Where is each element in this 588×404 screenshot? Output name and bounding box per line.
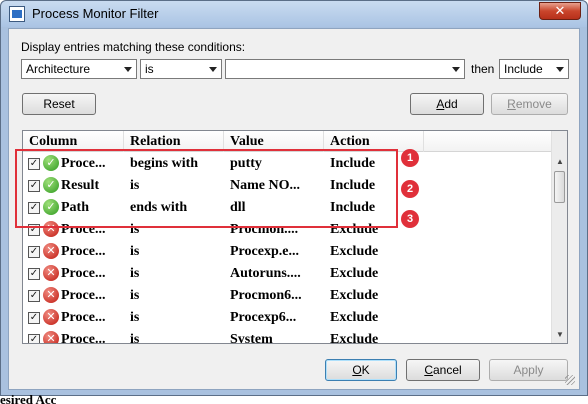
- row-value: System: [230, 332, 273, 344]
- enable-checkbox[interactable]: ✓: [28, 268, 40, 280]
- enable-checkbox[interactable]: ✓: [28, 312, 40, 324]
- x-icon: ✕: [43, 331, 59, 343]
- row-value: Procexp.e...: [230, 244, 299, 259]
- enable-checkbox[interactable]: ✓: [28, 290, 40, 302]
- x-icon: ✕: [43, 243, 59, 259]
- scroll-up-icon[interactable]: ▲: [552, 153, 567, 170]
- cancel-button[interactable]: Cancel: [406, 359, 480, 381]
- row-value: Procexp6...: [230, 310, 297, 325]
- title-bar: Process Monitor Filter ✕: [1, 1, 587, 27]
- row-column: Proce...: [61, 244, 106, 259]
- row-action: Exclude: [330, 332, 379, 344]
- action-select[interactable]: Include: [499, 59, 569, 79]
- action-select-value: Include: [504, 62, 543, 76]
- conditions-label: Display entries matching these condition…: [21, 40, 246, 54]
- table-row[interactable]: ✓ ✕ Proce... is Autoruns.... Exclude: [23, 263, 553, 285]
- row-relation: is: [130, 266, 140, 281]
- x-icon: ✕: [43, 265, 59, 281]
- column-select[interactable]: Architecture: [21, 59, 137, 79]
- annotation-highlight-box: [15, 149, 398, 228]
- value-combo[interactable]: [225, 59, 465, 79]
- list-scrollbar[interactable]: ▲ ▼: [551, 131, 567, 343]
- enable-checkbox[interactable]: ✓: [28, 334, 40, 343]
- reset-button[interactable]: Reset: [22, 93, 96, 115]
- chevron-down-icon: [556, 67, 564, 72]
- row-action: Exclude: [330, 310, 379, 325]
- row-relation: is: [130, 310, 140, 325]
- row-column: Proce...: [61, 310, 106, 325]
- x-icon: ✕: [43, 287, 59, 303]
- scroll-thumb[interactable]: [554, 171, 565, 203]
- table-row[interactable]: ✓ ✕ Proce... is Procexp.e... Exclude: [23, 241, 553, 263]
- row-column: Proce...: [61, 332, 106, 344]
- annotation-badge-1: 1: [401, 149, 419, 167]
- chevron-down-icon: [209, 67, 217, 72]
- column-select-value: Architecture: [26, 62, 91, 76]
- window-title: Process Monitor Filter: [32, 6, 159, 21]
- row-relation: is: [130, 244, 140, 259]
- close-button[interactable]: ✕: [539, 2, 581, 20]
- resize-grip[interactable]: [565, 375, 575, 385]
- app-icon: [9, 6, 25, 22]
- then-label: then: [471, 62, 495, 76]
- table-row[interactable]: ✓ ✕ Proce... is Procexp6... Exclude: [23, 307, 553, 329]
- row-relation: is: [130, 288, 140, 303]
- background-text: esired Acc: [0, 393, 57, 404]
- row-value: Procmon6...: [230, 288, 302, 303]
- table-row[interactable]: ✓ ✕ Proce... is System Exclude: [23, 329, 553, 344]
- chevron-down-icon: [124, 67, 132, 72]
- relation-select-value: is: [145, 62, 154, 76]
- row-value: Autoruns....: [230, 266, 301, 281]
- remove-button[interactable]: Remove: [491, 93, 568, 115]
- ok-button[interactable]: OK: [325, 359, 397, 381]
- row-column: Proce...: [61, 288, 106, 303]
- row-action: Exclude: [330, 266, 379, 281]
- row-action: Exclude: [330, 288, 379, 303]
- annotation-badge-3: 3: [401, 210, 419, 228]
- row-relation: is: [130, 332, 140, 344]
- table-row[interactable]: ✓ ✕ Proce... is Procmon6... Exclude: [23, 285, 553, 307]
- scroll-down-icon[interactable]: ▼: [552, 326, 567, 343]
- annotation-badge-2: 2: [401, 180, 419, 198]
- row-action: Exclude: [330, 244, 379, 259]
- apply-button[interactable]: Apply: [489, 359, 568, 381]
- add-button[interactable]: Add: [410, 93, 484, 115]
- x-icon: ✕: [43, 309, 59, 325]
- enable-checkbox[interactable]: ✓: [28, 246, 40, 258]
- chevron-down-icon: [452, 67, 460, 72]
- relation-select[interactable]: is: [140, 59, 222, 79]
- row-column: Proce...: [61, 266, 106, 281]
